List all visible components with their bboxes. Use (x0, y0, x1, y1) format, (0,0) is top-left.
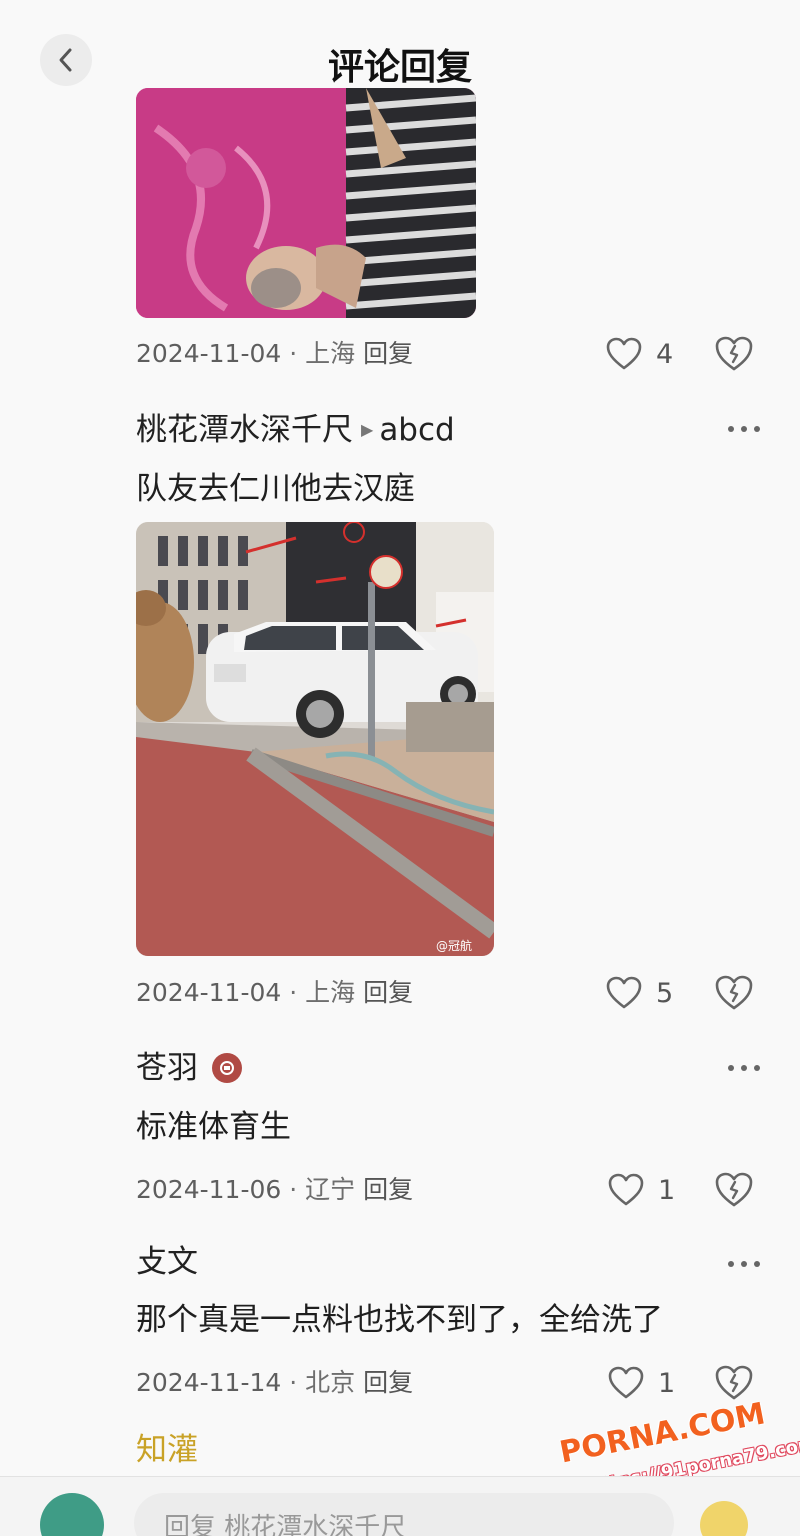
avatar[interactable] (40, 1493, 104, 1536)
comment-meta: 2024-11-04 · 上海 回复 (136, 336, 413, 372)
like-count: 4 (656, 338, 674, 370)
page-title: 评论回复 (327, 47, 472, 88)
username-text[interactable]: 知灌 (136, 1428, 198, 1472)
like-button[interactable]: 1 (608, 1170, 675, 1210)
comment-meta: 2024-11-14 · 北京 回复 (136, 1365, 413, 1401)
comment-meta: 2024-11-04 · 上海 回复 (136, 975, 413, 1011)
broken-heart-icon[interactable] (714, 334, 754, 374)
more-dot (728, 1261, 734, 1267)
more-dot (754, 1261, 760, 1267)
more-dot (728, 426, 734, 432)
comment-date: 2024-11-14 (136, 1368, 282, 1397)
comment-location: 上海 (305, 978, 356, 1007)
reply-target-username[interactable]: abcd (379, 408, 454, 452)
user-badge-icon (212, 1053, 242, 1083)
meta-separator: · (289, 1368, 306, 1397)
more-dot (754, 1065, 760, 1071)
comment-date: 2024-11-04 (136, 339, 282, 368)
bottom-reply-bar: 回复 桃花潭水深千尺 (0, 1476, 800, 1536)
username-text[interactable]: 苍羽 (136, 1046, 198, 1090)
comment-text: 队友去仁川他去汉庭 (136, 471, 415, 507)
reply-input[interactable]: 回复 桃花潭水深千尺 (134, 1493, 674, 1536)
comment-username[interactable]: 苍羽 (136, 1046, 242, 1090)
more-options-button[interactable] (728, 423, 760, 435)
more-options-button[interactable] (728, 1258, 760, 1270)
more-dot (728, 1065, 734, 1071)
like-button[interactable]: 5 (606, 973, 673, 1013)
comment-image-1[interactable] (136, 88, 476, 318)
comment-date: 2024-11-04 (136, 978, 282, 1007)
heart-icon (608, 1366, 644, 1399)
like-button[interactable]: 1 (608, 1363, 675, 1403)
username-text[interactable]: 攴文 (136, 1240, 198, 1284)
like-count: 1 (658, 1174, 676, 1206)
comment-username[interactable]: 知灌 (136, 1428, 198, 1472)
like-count: 1 (658, 1367, 676, 1399)
image-watermark: @冠航 (436, 938, 472, 953)
username-text[interactable]: 桃花潭水深千尺 (136, 408, 353, 452)
comment-meta: 2024-11-06 · 辽宁 回复 (136, 1172, 413, 1208)
heart-icon (608, 1173, 644, 1206)
heart-icon (606, 976, 642, 1009)
header: 评论回复 (0, 0, 800, 88)
more-dot (741, 1065, 747, 1071)
like-button[interactable]: 4 (606, 334, 673, 374)
emoji-icon[interactable] (700, 1501, 748, 1536)
comment-username[interactable]: 攴文 (136, 1240, 198, 1284)
comment-date: 2024-11-06 (136, 1175, 282, 1204)
more-dot (741, 426, 747, 432)
comment-username[interactable]: 桃花潭水深千尺 ▶ abcd (136, 408, 455, 452)
meta-separator: · (289, 1175, 306, 1204)
like-count: 5 (656, 977, 674, 1009)
more-dot (741, 1261, 747, 1267)
reply-link[interactable]: 回复 (363, 1175, 413, 1204)
meta-separator: · (289, 339, 306, 368)
broken-heart-icon[interactable] (714, 1170, 754, 1210)
broken-heart-icon[interactable] (714, 973, 754, 1013)
comment-location: 北京 (305, 1368, 356, 1397)
reply-arrow-icon: ▶ (361, 420, 374, 439)
comment-image-2[interactable]: @冠航 (136, 522, 494, 956)
more-options-button[interactable] (728, 1062, 760, 1074)
reply-link[interactable]: 回复 (363, 1368, 413, 1397)
meta-separator: · (289, 978, 306, 1007)
reply-link[interactable]: 回复 (363, 978, 413, 1007)
more-dot (754, 426, 760, 432)
comment-text: 标准体育生 (136, 1109, 291, 1145)
comment-location: 辽宁 (305, 1175, 356, 1204)
heart-icon (606, 337, 642, 370)
comment-text: 那个真是一点料也找不到了，全给洗了 (136, 1302, 663, 1338)
reply-link[interactable]: 回复 (363, 339, 413, 368)
comment-location: 上海 (305, 339, 356, 368)
